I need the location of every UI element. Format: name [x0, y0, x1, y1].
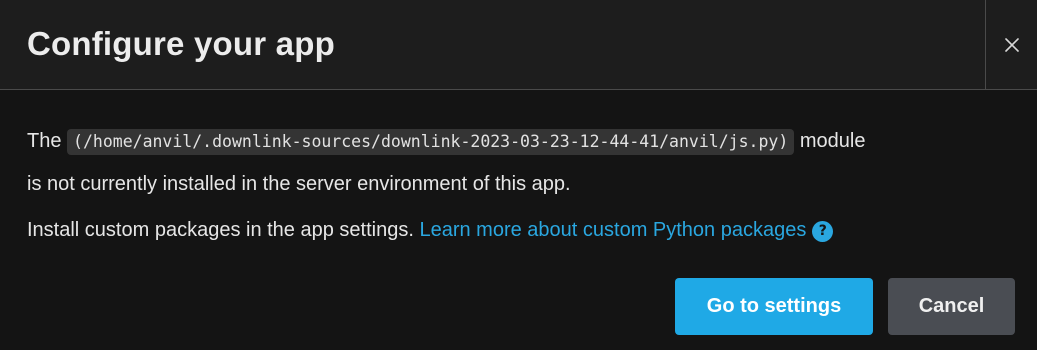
learn-more-link[interactable]: Learn more about custom Python packages [419, 219, 806, 241]
module-message: The (/home/anvil/.downlink-sources/downl… [27, 120, 1012, 205]
message-second-line: is not currently installed in the server… [27, 173, 571, 195]
cancel-button[interactable]: Cancel [888, 278, 1015, 335]
dialog-header: Configure your app [0, 0, 1037, 90]
module-path-code: (/home/anvil/.downlink-sources/downlink-… [67, 129, 795, 155]
go-to-settings-button[interactable]: Go to settings [675, 278, 873, 335]
install-message: Install custom packages in the app setti… [27, 209, 1012, 251]
configure-app-dialog: Configure your app The (/home/anvil/.dow… [0, 0, 1037, 350]
close-icon[interactable] [1004, 37, 1019, 52]
dialog-body: The (/home/anvil/.downlink-sources/downl… [27, 120, 1012, 251]
message-suffix: module [799, 130, 866, 152]
install-text: Install custom packages in the app setti… [27, 219, 414, 241]
message-prefix: The [27, 130, 62, 152]
dialog-title: Configure your app [27, 25, 335, 62]
help-icon[interactable]: ? [812, 221, 834, 242]
close-button[interactable] [985, 0, 1037, 89]
